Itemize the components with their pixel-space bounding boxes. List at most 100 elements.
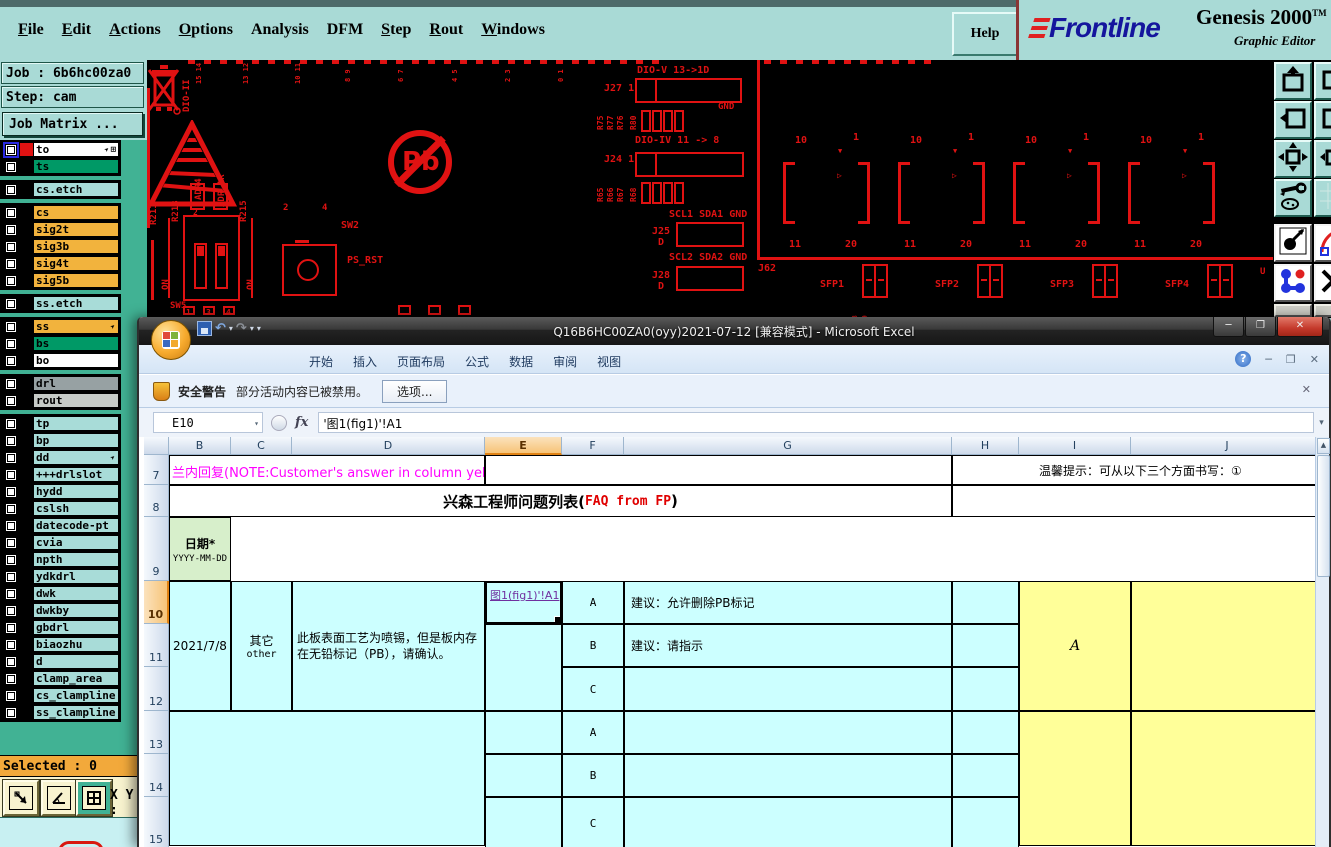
cell-empty[interactable] [952, 624, 1019, 667]
layer-checkbox-tp[interactable] [5, 417, 17, 430]
layer-row-+++drlslot[interactable]: +++drlslot [1, 466, 120, 483]
layer-checkbox-sig4t[interactable] [5, 257, 17, 270]
row-header-15[interactable]: 15 [144, 797, 169, 847]
layer-checkbox-cs_clampline[interactable] [5, 689, 17, 702]
menu-windows[interactable]: Windows [481, 21, 545, 39]
layer-checkbox-rout[interactable] [5, 394, 17, 407]
layer-row-sig4t[interactable]: sig4t [1, 255, 120, 272]
layer-checkbox-npth[interactable] [5, 553, 17, 566]
layer-checkbox-ydkdrl[interactable] [5, 570, 17, 583]
toolbar-button-arc-tool[interactable] [1314, 224, 1331, 262]
layer-checkbox-clamp_area[interactable] [5, 672, 17, 685]
layer-checkbox-hydd[interactable] [5, 485, 17, 498]
layer-checkbox-cs[interactable] [5, 206, 17, 219]
layer-checkbox-ss_clampline[interactable] [5, 706, 17, 719]
column-header-B[interactable]: B [169, 437, 231, 455]
layer-row-ydkdrl[interactable]: ydkdrl [1, 568, 120, 585]
toolbar-button-grid[interactable] [1314, 179, 1331, 217]
row-header-13[interactable]: 13 [144, 711, 169, 754]
row-header-7[interactable]: 7 [144, 455, 169, 485]
layer-checkbox-bo[interactable] [5, 354, 17, 367]
security-close-icon[interactable]: ✕ [1302, 383, 1311, 396]
cell-empty[interactable] [169, 711, 485, 846]
layer-row-ts[interactable]: ts [1, 158, 120, 175]
layer-row-cslsh[interactable]: cslsh [1, 500, 120, 517]
header-cell[interactable]: 日期* YYYY-MM-DD [169, 517, 231, 581]
column-header-J[interactable]: J [1131, 437, 1324, 455]
tab-页面布局[interactable]: 页面布局 [387, 349, 455, 373]
ribbon-restore-icon[interactable]: ❐ [1286, 353, 1296, 366]
layer-checkbox-dwkby[interactable] [5, 604, 17, 617]
layer-checkbox-cs.etch[interactable] [5, 183, 17, 196]
layer-row-npth[interactable]: npth [1, 551, 120, 568]
office-button[interactable] [151, 320, 191, 360]
cell-empty[interactable] [624, 711, 952, 754]
layer-checkbox-ts[interactable] [5, 160, 17, 173]
cell-suggestion[interactable]: 建议：允许删除PB标记 [624, 581, 952, 624]
menu-file[interactable]: File [18, 21, 44, 39]
column-header-C[interactable]: C [231, 437, 292, 455]
toolbar-button-paste-up[interactable] [1274, 62, 1312, 100]
cell-empty[interactable] [952, 797, 1019, 847]
minimize-button[interactable]: ─ [1213, 317, 1244, 337]
layer-row-hydd[interactable]: hydd [1, 483, 120, 500]
toolbar-button-partial[interactable] [1274, 304, 1312, 317]
menu-options[interactable]: Options [179, 21, 233, 39]
toolbar-button-pan-view[interactable] [1314, 140, 1331, 178]
row-header-8[interactable]: 8 [144, 485, 169, 517]
cell-empty[interactable] [1131, 581, 1324, 711]
column-header-G[interactable]: G [624, 437, 952, 455]
cell-problem-type[interactable]: 其它 other [231, 581, 292, 711]
measure-diagonal-button[interactable] [3, 780, 39, 816]
layer-checkbox-bp[interactable] [5, 434, 17, 447]
cell-option[interactable]: B [562, 754, 624, 797]
scroll-up-icon[interactable]: ▲ [1317, 438, 1330, 454]
toolbar-button-net-connect[interactable] [1274, 264, 1312, 302]
layer-row-dwk[interactable]: dwk [1, 585, 120, 602]
cell-empty[interactable] [952, 754, 1019, 797]
layer-checkbox-sig2t[interactable] [5, 223, 17, 236]
ribbon-minimize-icon[interactable]: ─ [1265, 353, 1272, 366]
pcb-viewer-canvas[interactable]: DIO-II 15 14 13 12 10 11 8 96 74 52 30 1 R211… [147, 60, 1331, 317]
layer-row-cvia[interactable]: cvia [1, 534, 120, 551]
cell-hint[interactable]: 温馨提示：可从以下三个方面书写：① [952, 455, 1324, 485]
window-grid-button[interactable] [76, 780, 112, 816]
formula-input[interactable]: '图1(fig1)'!A1 [318, 412, 1314, 433]
vertical-scrollbar[interactable]: ▲ [1315, 437, 1330, 847]
row-header-14[interactable]: 14 [144, 754, 169, 797]
row-header-9[interactable]: 9 [144, 517, 169, 581]
cell-option[interactable]: A [562, 581, 624, 624]
layer-row-drl[interactable]: drl [1, 375, 120, 392]
cell-empty[interactable] [952, 485, 1324, 517]
layer-checkbox-cslsh[interactable] [5, 502, 17, 515]
layer-checkbox-dd[interactable] [5, 451, 17, 464]
layer-row-cs_clampline[interactable]: cs_clampline [1, 687, 120, 704]
layer-checkbox-biaozhu[interactable] [5, 638, 17, 651]
tab-开始[interactable]: 开始 [299, 349, 343, 373]
save-icon[interactable] [197, 321, 212, 336]
layer-row-cs.etch[interactable]: cs.etch [1, 181, 120, 198]
cell-empty[interactable] [485, 455, 952, 485]
layer-row-bs[interactable]: bs [1, 335, 120, 352]
cell-option[interactable]: A [562, 711, 624, 754]
layer-row-sig2t[interactable]: sig2t [1, 221, 120, 238]
security-options-button[interactable]: 选项... [382, 379, 448, 403]
menu-analysis[interactable]: Analysis [251, 21, 309, 39]
layer-row-dd[interactable]: dd ➤ [1, 449, 120, 466]
select-all-corner[interactable] [144, 437, 169, 455]
toolbar-button-box[interactable] [1314, 101, 1331, 139]
help-menu[interactable]: Help [952, 12, 1018, 56]
layer-checkbox-d[interactable] [5, 655, 17, 668]
undo-icon[interactable]: ↶ [215, 321, 226, 336]
layer-checkbox-+++drlslot[interactable] [5, 468, 17, 481]
layer-row-rout[interactable]: rout [1, 392, 120, 409]
row-header-11[interactable]: 11 [144, 624, 169, 667]
toolbar-button-delete-x[interactable] [1314, 264, 1331, 302]
toolbar-button-rotate-box[interactable] [1314, 62, 1331, 100]
column-header-H[interactable]: H [952, 437, 1019, 455]
cell-option[interactable]: B [562, 624, 624, 667]
cell-empty[interactable] [952, 667, 1019, 711]
layer-row-sig5b[interactable]: sig5b [1, 272, 120, 289]
toolbar-button-edit-tools[interactable] [1274, 179, 1312, 217]
column-header-I[interactable]: I [1019, 437, 1131, 455]
